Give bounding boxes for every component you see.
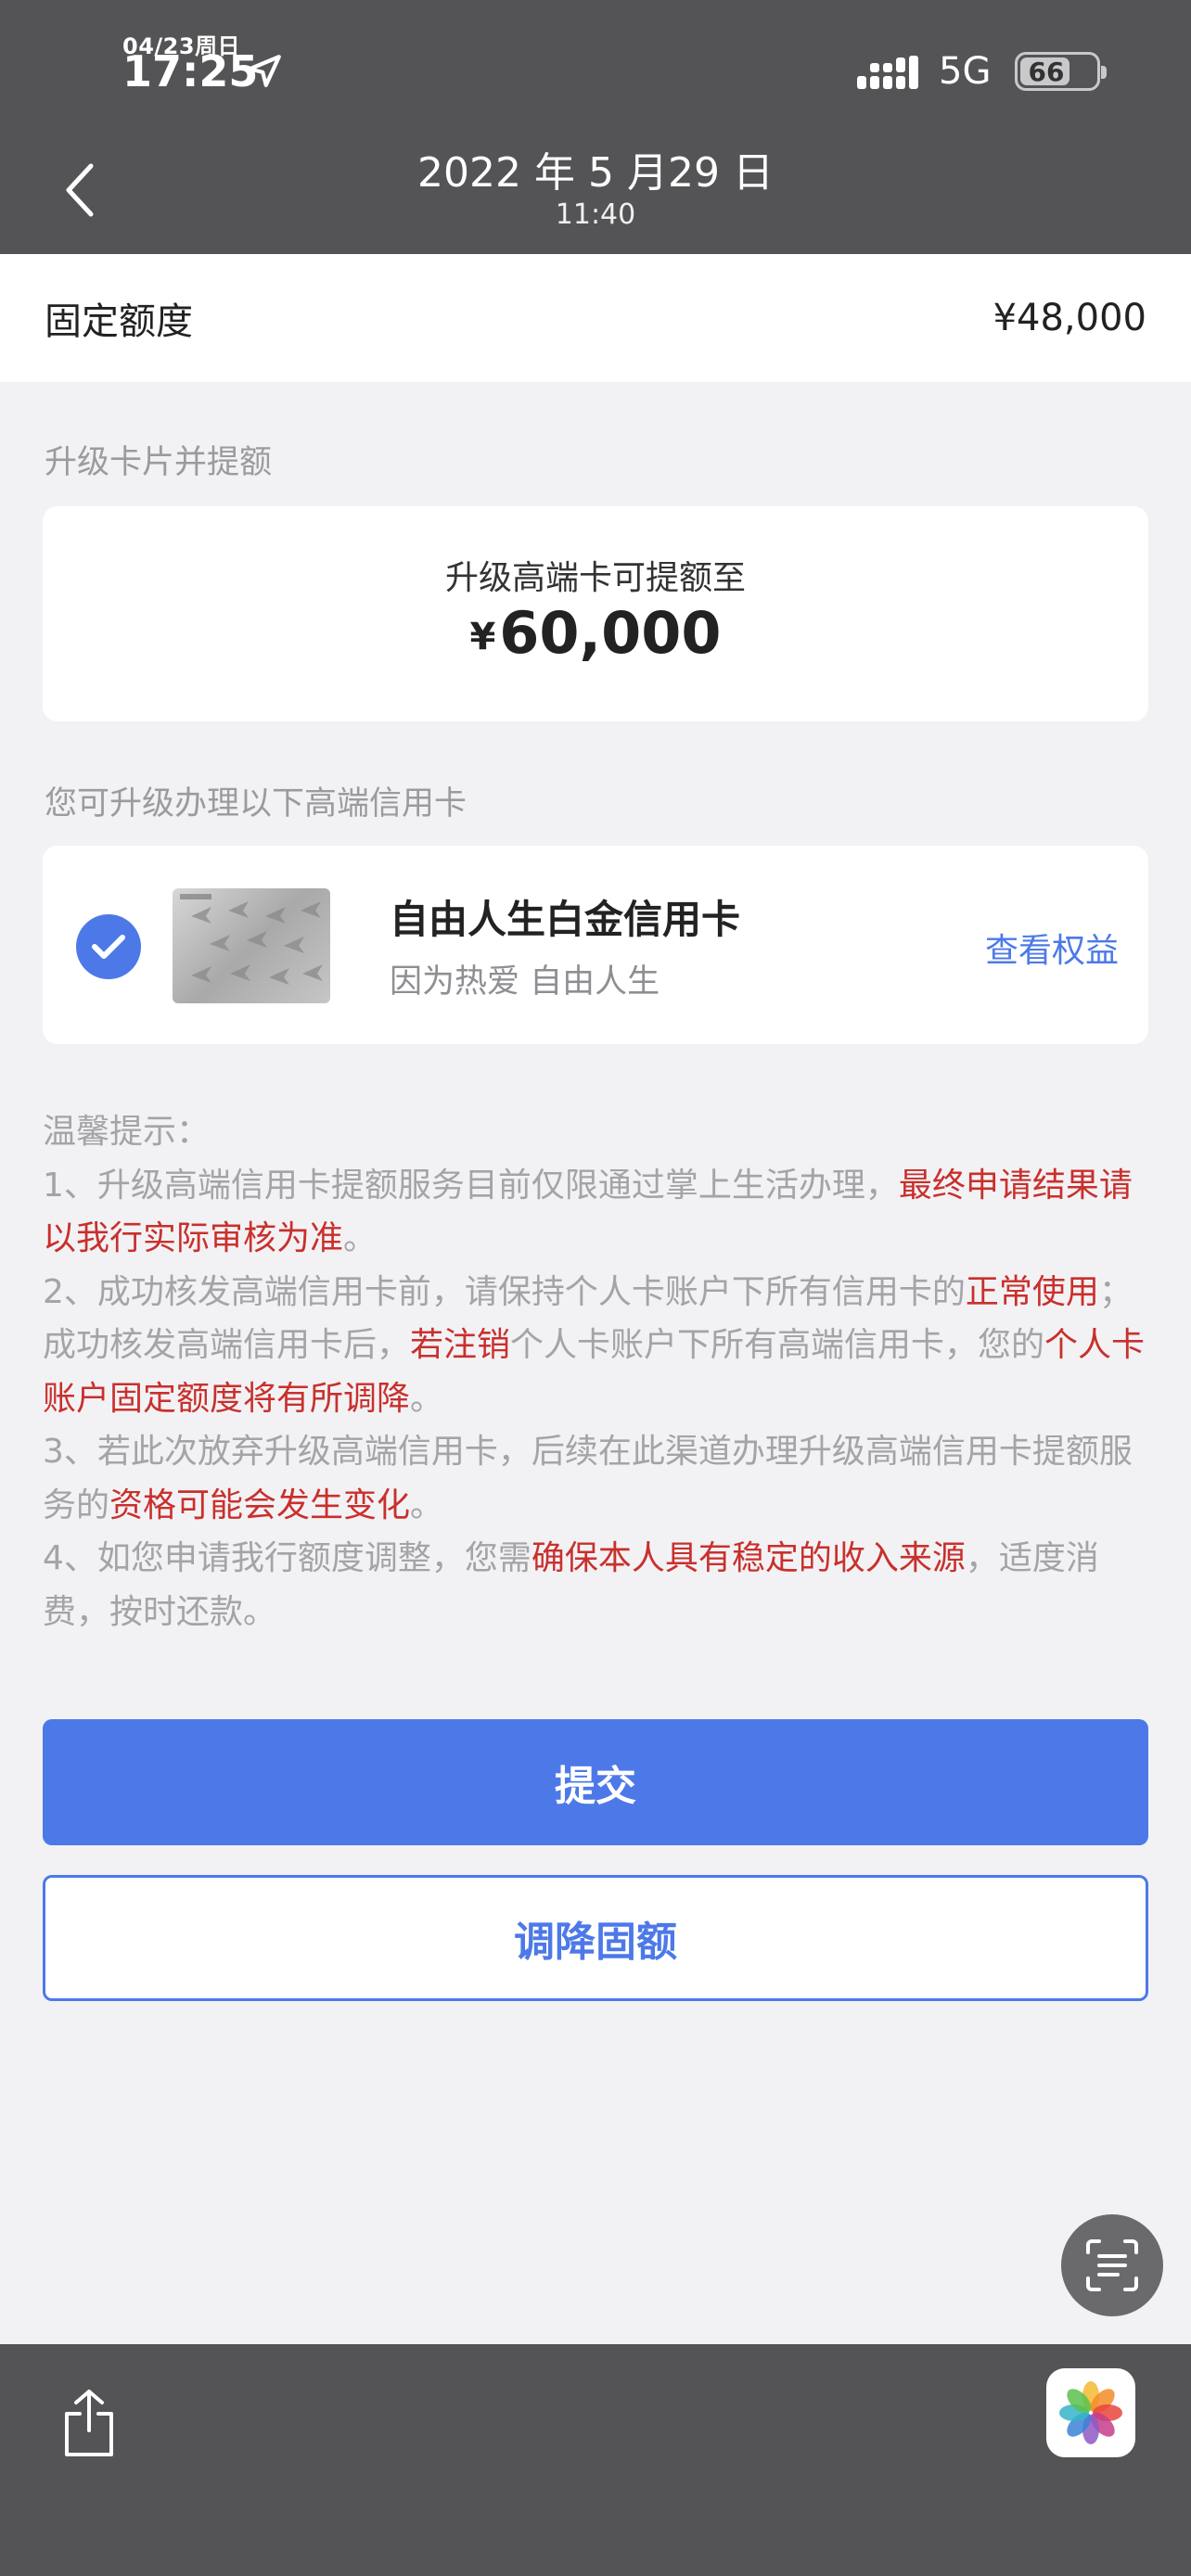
notice-title: 温馨提示： [43,1113,211,1151]
currency-symbol: ¥ [469,616,496,658]
reduce-quota-button[interactable]: 调降固额 [43,1875,1148,2001]
notice-highlight: 正常使用 [965,1272,1099,1311]
card-section-title: 您可升级办理以下高端信用卡 [45,785,467,823]
notice-item-4: 4、如您申请我行额度调整，您需确保本人具有稳定的收入来源，适度消费，按时还款。 [43,1539,1099,1631]
text-scan-icon [1086,2239,1138,2291]
top-overlay-bar: 04/23周日 17:25 5G 66 2022 年 5 月29 日 11:40 [0,0,1191,254]
card-bird-pattern-image [180,894,323,985]
upgrade-section-title: 升级卡片并提额 [45,444,273,481]
upgrade-amount: ¥60,000 [43,599,1148,667]
status-time: 17:25 [122,46,259,96]
text-scan-button[interactable] [1061,2214,1163,2316]
photos-app-icon [1059,2381,1122,2444]
upgrade-card-text: 升级高端卡可提额至 [444,559,746,597]
share-button[interactable] [52,2381,126,2465]
share-icon [65,2390,113,2456]
battery-level: 66 [1028,56,1065,87]
fixed-quota-value: ¥48,000 [992,297,1146,339]
photos-app-button[interactable] [1046,2368,1135,2457]
card-slogan: 因为热爱 自由人生 [390,963,660,1001]
battery-cap [1101,66,1107,79]
fixed-quota-label: 固定额度 [45,300,193,343]
notice-highlight: 资格可能会发生变化 [109,1486,411,1524]
notice-item-2: 2、成功核发高端信用卡前，请保持个人卡账户下所有信用卡的正常使用；成功核发高端信… [43,1272,1146,1418]
battery-indicator: 66 [1015,52,1107,91]
notice-item-3: 3、若此次放弃升级高端信用卡，后续在此渠道办理升级高端信用卡提额服务的资格可能会… [43,1433,1133,1524]
card-name: 自由人生白金信用卡 [390,897,741,942]
notice-highlight: 确保本人具有稳定的收入来源 [531,1539,966,1577]
card-thumbnail [173,888,330,1003]
notice-block: 温馨提示： 1、升级高端信用卡提额服务目前仅限通过掌上生活办理，最终申请结果请以… [43,1105,1152,1639]
upgrade-amount-value: 60,000 [499,599,722,667]
header-time: 11:40 [555,198,636,231]
fixed-quota-row: 固定额度 ¥48,000 [0,254,1191,382]
upgrade-card: 升级高端卡可提额至 ¥60,000 [43,506,1148,721]
view-benefits-link[interactable]: 查看权益 [985,924,1119,972]
bottom-toolbar [0,2344,1191,2576]
check-icon [92,935,125,959]
header-date: 2022 年 5 月29 日 [417,149,774,197]
notice-item-1: 1、升级高端信用卡提额服务目前仅限通过掌上生活办理，最终申请结果请以我行实际审核… [43,1166,1133,1258]
selected-checkbox[interactable] [76,914,141,979]
notice-highlight: 若注销 [410,1326,511,1364]
submit-button[interactable]: 提交 [43,1719,1148,1845]
signal-bars-icon [857,56,918,89]
card-option-item[interactable]: 自由人生白金信用卡 因为热爱 自由人生 查看权益 [43,846,1148,1044]
network-type: 5G [939,50,992,93]
location-arrow-icon [248,55,281,87]
